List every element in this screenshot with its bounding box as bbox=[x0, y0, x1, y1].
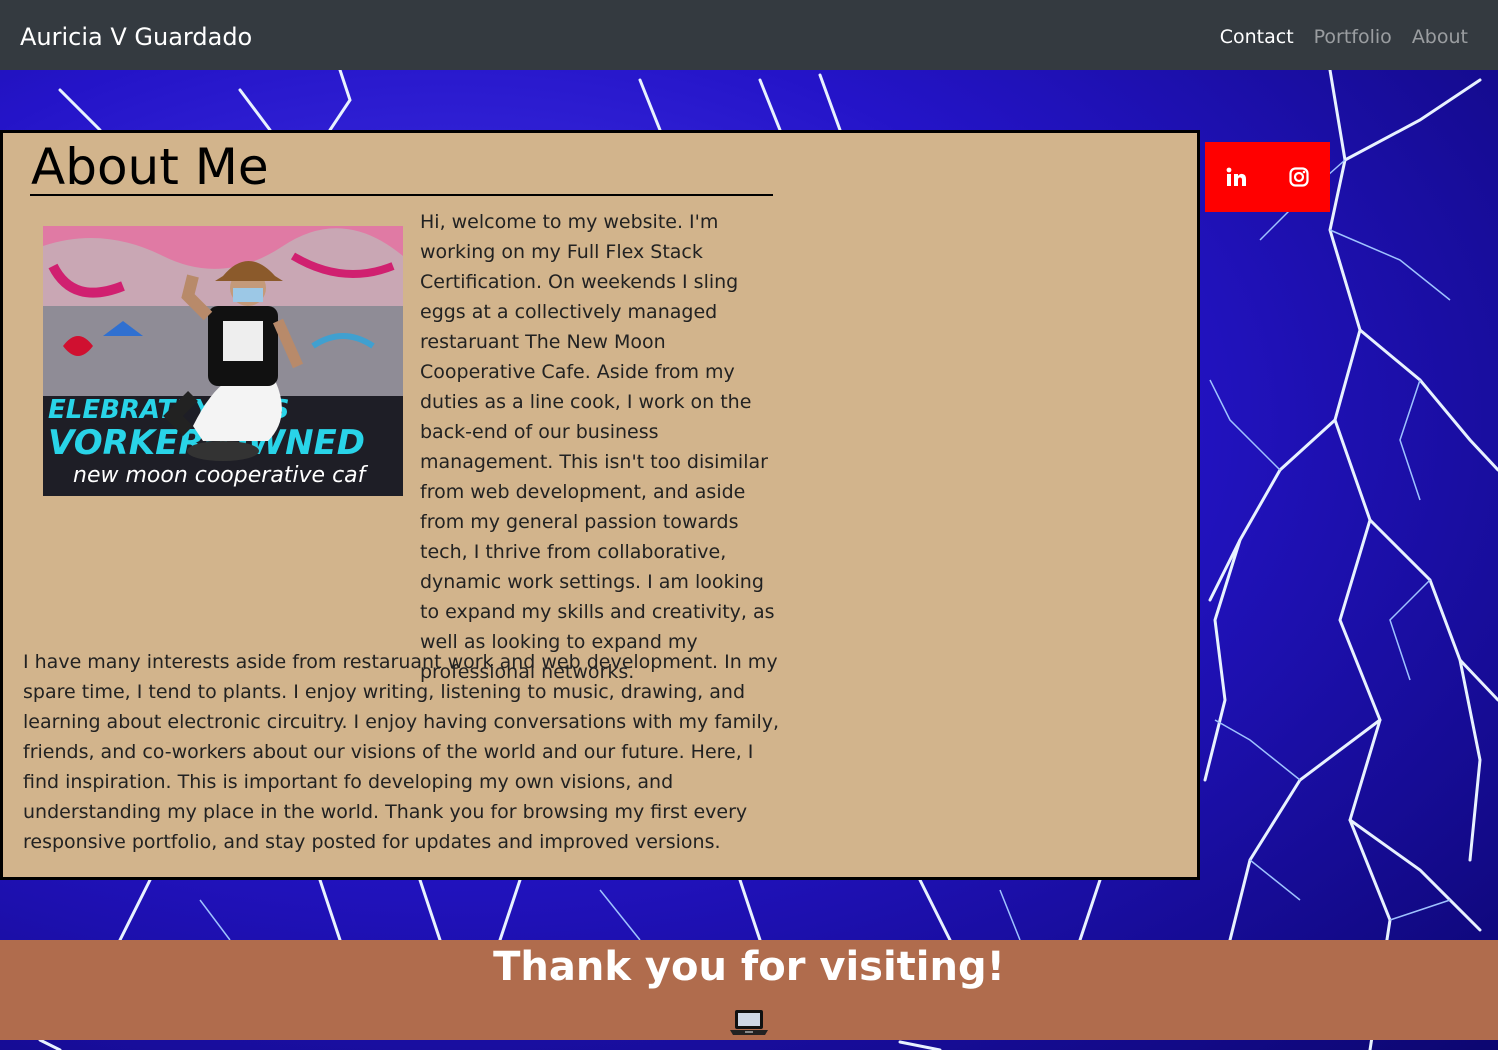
linkedin-icon[interactable] bbox=[1223, 164, 1249, 190]
title-divider bbox=[30, 194, 773, 196]
laptop-icon bbox=[729, 1008, 769, 1036]
footer: Thank you for visiting! bbox=[0, 940, 1498, 1040]
nav-links: Contact Portfolio About bbox=[1220, 23, 1468, 51]
svg-text:new moon cooperative caf: new moon cooperative caf bbox=[73, 463, 369, 488]
instagram-icon[interactable] bbox=[1286, 164, 1312, 190]
nav-link-contact[interactable]: Contact bbox=[1220, 23, 1294, 51]
nav-link-about[interactable]: About bbox=[1412, 23, 1468, 51]
profile-photo: ELEBRATI YEARS VORKER-OWNED new moon coo… bbox=[43, 226, 403, 496]
page-title: About Me bbox=[31, 138, 269, 196]
brand-name[interactable]: Auricia V Guardado bbox=[20, 20, 252, 54]
navbar: Auricia V Guardado Contact Portfolio Abo… bbox=[0, 0, 1498, 70]
thank-you-message: Thank you for visiting! bbox=[493, 944, 1005, 990]
intro-paragraph: Hi, welcome to my website. I'm working o… bbox=[420, 211, 775, 683]
nav-link-portfolio[interactable]: Portfolio bbox=[1314, 23, 1392, 51]
interests-paragraph: I have many interests aside from restaru… bbox=[23, 651, 780, 853]
about-card: About Me ELEBRATI YEARS VORKER-OWNED new… bbox=[0, 130, 1200, 880]
social-links bbox=[1205, 142, 1330, 212]
